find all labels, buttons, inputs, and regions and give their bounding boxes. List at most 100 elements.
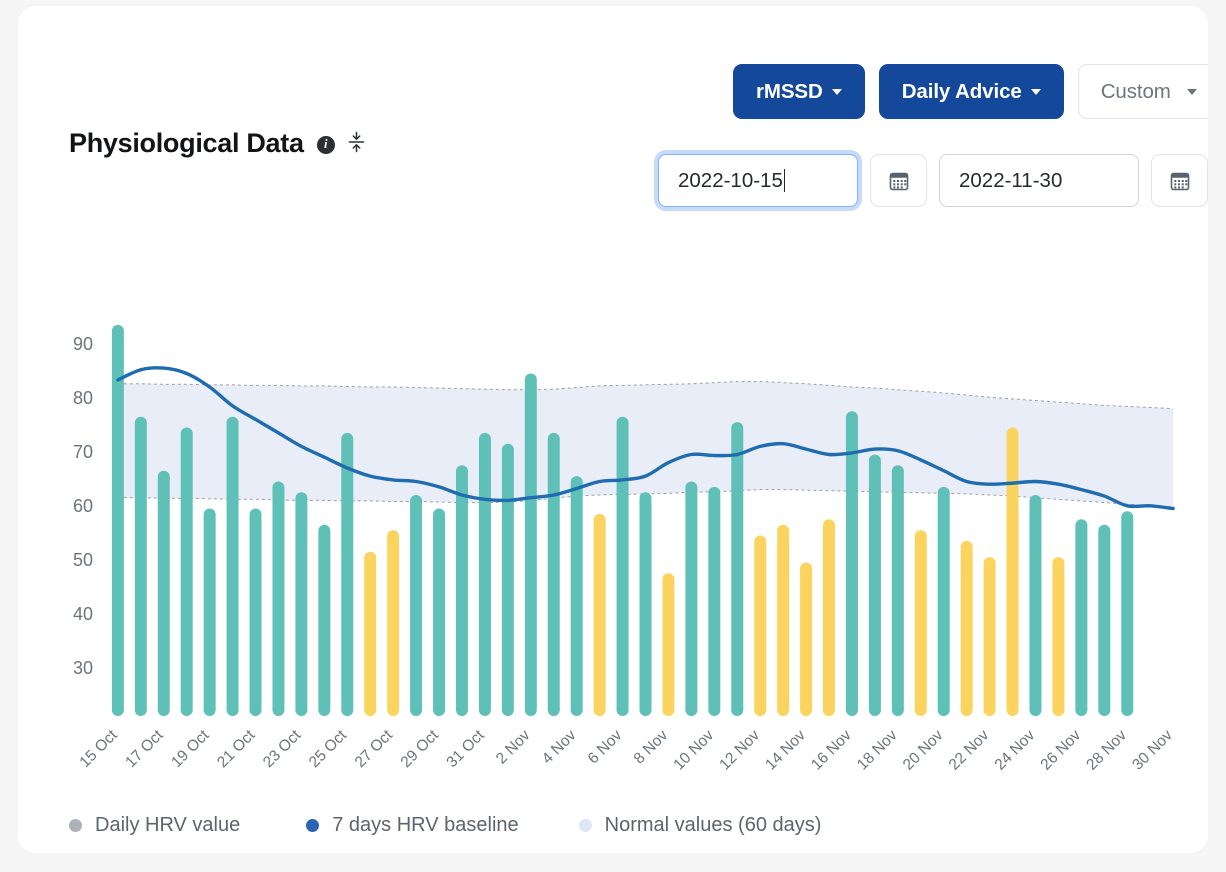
bar[interactable] xyxy=(1052,557,1065,716)
legend-color-dot xyxy=(306,819,320,832)
bar[interactable] xyxy=(180,427,193,717)
y-axis-tick-label: 50 xyxy=(73,550,93,570)
bar[interactable] xyxy=(524,373,537,717)
chart-legend: Daily HRV value 7 days HRV baseline Normal… xyxy=(69,814,821,837)
range-preset-dropdown-button[interactable]: Custom xyxy=(1077,64,1208,119)
x-axis-tick-label: 8 Nov xyxy=(631,727,672,768)
bar[interactable] xyxy=(685,481,698,717)
x-axis: 15 Oct 17 Oct 19 Oct 21 Oct 23 Oct 25 Oct 27 O… xyxy=(76,726,1176,773)
bar[interactable] xyxy=(341,432,354,716)
end-date-input[interactable]: 2022-11-30 xyxy=(939,154,1139,207)
bar[interactable] xyxy=(433,508,446,717)
x-axis-tick-label: 26 Nov xyxy=(1037,727,1084,774)
bar[interactable] xyxy=(249,508,262,717)
chevron-down-icon xyxy=(1030,88,1041,95)
x-axis-tick-label: 14 Nov xyxy=(762,727,809,774)
bar[interactable] xyxy=(639,492,652,716)
y-axis-tick-label: 30 xyxy=(73,658,93,678)
info-icon[interactable]: i xyxy=(316,135,335,154)
metric-dropdown-label: rMSSD xyxy=(756,79,823,103)
bar[interactable] xyxy=(478,432,491,716)
bar[interactable] xyxy=(662,573,675,716)
hrv-chart[interactable]: 30 40 50 60 70 80 90 15 Oct 17 Oct 19 Oct 21 Oct 23… xyxy=(18,256,1208,786)
x-axis-tick-label: 4 Nov xyxy=(539,727,580,768)
x-axis-tick-label: 29 Oct xyxy=(398,726,443,771)
start-date-value: 2022-10-15 xyxy=(678,168,783,192)
x-axis-tick-label: 17 Oct xyxy=(122,726,167,771)
advice-dropdown-button[interactable]: Daily Advice xyxy=(878,64,1064,119)
x-axis-tick-label: 28 Nov xyxy=(1083,727,1130,774)
chevron-down-icon xyxy=(1186,88,1197,95)
bar[interactable] xyxy=(387,530,400,716)
bar[interactable] xyxy=(845,411,858,716)
bar[interactable] xyxy=(203,508,216,717)
legend-item-label: 7 days HRV baseline xyxy=(332,814,519,836)
x-axis-tick-label: 24 Nov xyxy=(992,727,1039,774)
bar[interactable] xyxy=(777,524,790,716)
bar[interactable] xyxy=(1121,511,1134,716)
bar[interactable] xyxy=(272,481,285,717)
bar[interactable] xyxy=(754,535,767,717)
bar[interactable] xyxy=(318,524,331,716)
bar[interactable] xyxy=(937,486,950,716)
bar[interactable] xyxy=(868,454,881,717)
legend-item-label: Daily HRV value xyxy=(95,814,241,836)
bar[interactable] xyxy=(134,416,147,716)
end-date-value: 2022-11-30 xyxy=(959,168,1063,192)
x-axis-tick-label: 18 Nov xyxy=(854,727,901,774)
chevron-down-icon xyxy=(831,88,842,95)
start-date-input[interactable]: 2022-10-15 xyxy=(658,154,858,207)
bar[interactable] xyxy=(570,476,583,716)
bar[interactable] xyxy=(708,486,721,716)
end-date-calendar-button[interactable] xyxy=(1151,154,1208,207)
bar[interactable] xyxy=(1098,524,1111,716)
x-axis-tick-label: 15 Oct xyxy=(76,726,121,771)
bar[interactable] xyxy=(1075,519,1088,716)
x-axis-tick-label: 19 Oct xyxy=(168,726,213,771)
bar[interactable] xyxy=(891,465,904,716)
bar[interactable] xyxy=(983,557,996,716)
range-preset-label: Custom xyxy=(1100,79,1171,103)
bar[interactable] xyxy=(731,422,744,716)
page-title: Physiological Data xyxy=(69,128,304,158)
bar[interactable] xyxy=(226,416,239,716)
x-axis-tick-label: 10 Nov xyxy=(670,727,717,774)
legend-color-dot xyxy=(578,819,592,832)
bar[interactable] xyxy=(823,519,836,716)
bar-series xyxy=(111,324,1134,717)
metric-dropdown-button[interactable]: rMSSD xyxy=(733,64,865,119)
x-axis-tick-label: 31 Oct xyxy=(443,726,488,771)
start-date-calendar-button[interactable] xyxy=(870,154,927,207)
x-axis-tick-label: 23 Oct xyxy=(260,726,305,771)
x-axis-tick-label: 16 Nov xyxy=(808,727,855,774)
bar[interactable] xyxy=(111,324,124,716)
bar[interactable] xyxy=(455,465,468,716)
bar[interactable] xyxy=(157,470,170,716)
bar[interactable] xyxy=(800,562,813,717)
y-axis-tick-label: 70 xyxy=(73,442,93,462)
bar[interactable] xyxy=(547,432,560,716)
legend-item[interactable]: 7 days HRV baseline xyxy=(306,814,519,837)
legend-item[interactable]: Normal values (60 days) xyxy=(578,814,822,837)
bar[interactable] xyxy=(960,540,973,716)
bar[interactable] xyxy=(364,551,377,716)
bar[interactable] xyxy=(914,530,927,716)
legend-item[interactable]: Daily HRV value xyxy=(69,814,240,837)
x-axis-tick-label: 12 Nov xyxy=(716,727,763,774)
y-axis-tick-label: 60 xyxy=(73,496,93,516)
calendar-icon xyxy=(889,172,908,190)
date-range-picker: 2022-10-15 2022-11-30 xyxy=(658,154,1208,207)
hrv-chart-svg: 30 40 50 60 70 80 90 15 Oct 17 Oct 19 Oct 21 Oct 23… xyxy=(73,324,1176,774)
bar[interactable] xyxy=(410,495,423,716)
bar[interactable] xyxy=(501,443,514,716)
y-axis-tick-label: 90 xyxy=(73,334,93,354)
collapse-expand-icon[interactable] xyxy=(348,131,365,158)
chart-controls-toolbar: rMSSD Daily Advice Custom xyxy=(733,64,1208,119)
bar[interactable] xyxy=(295,492,308,716)
bar[interactable] xyxy=(1029,495,1042,716)
bar[interactable] xyxy=(593,513,606,716)
y-axis-tick-label: 40 xyxy=(73,604,93,624)
legend-item-label: Normal values (60 days) xyxy=(604,814,822,836)
bar[interactable] xyxy=(1006,427,1019,717)
bar[interactable] xyxy=(616,416,629,716)
